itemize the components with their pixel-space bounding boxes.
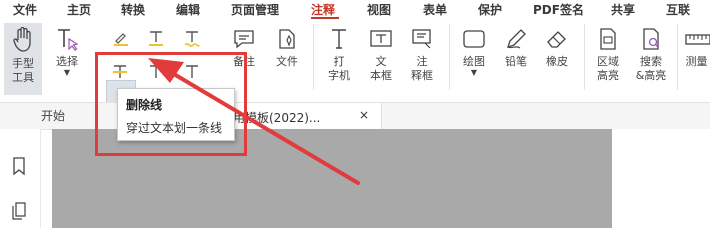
annotation-arrow xyxy=(148,58,360,185)
